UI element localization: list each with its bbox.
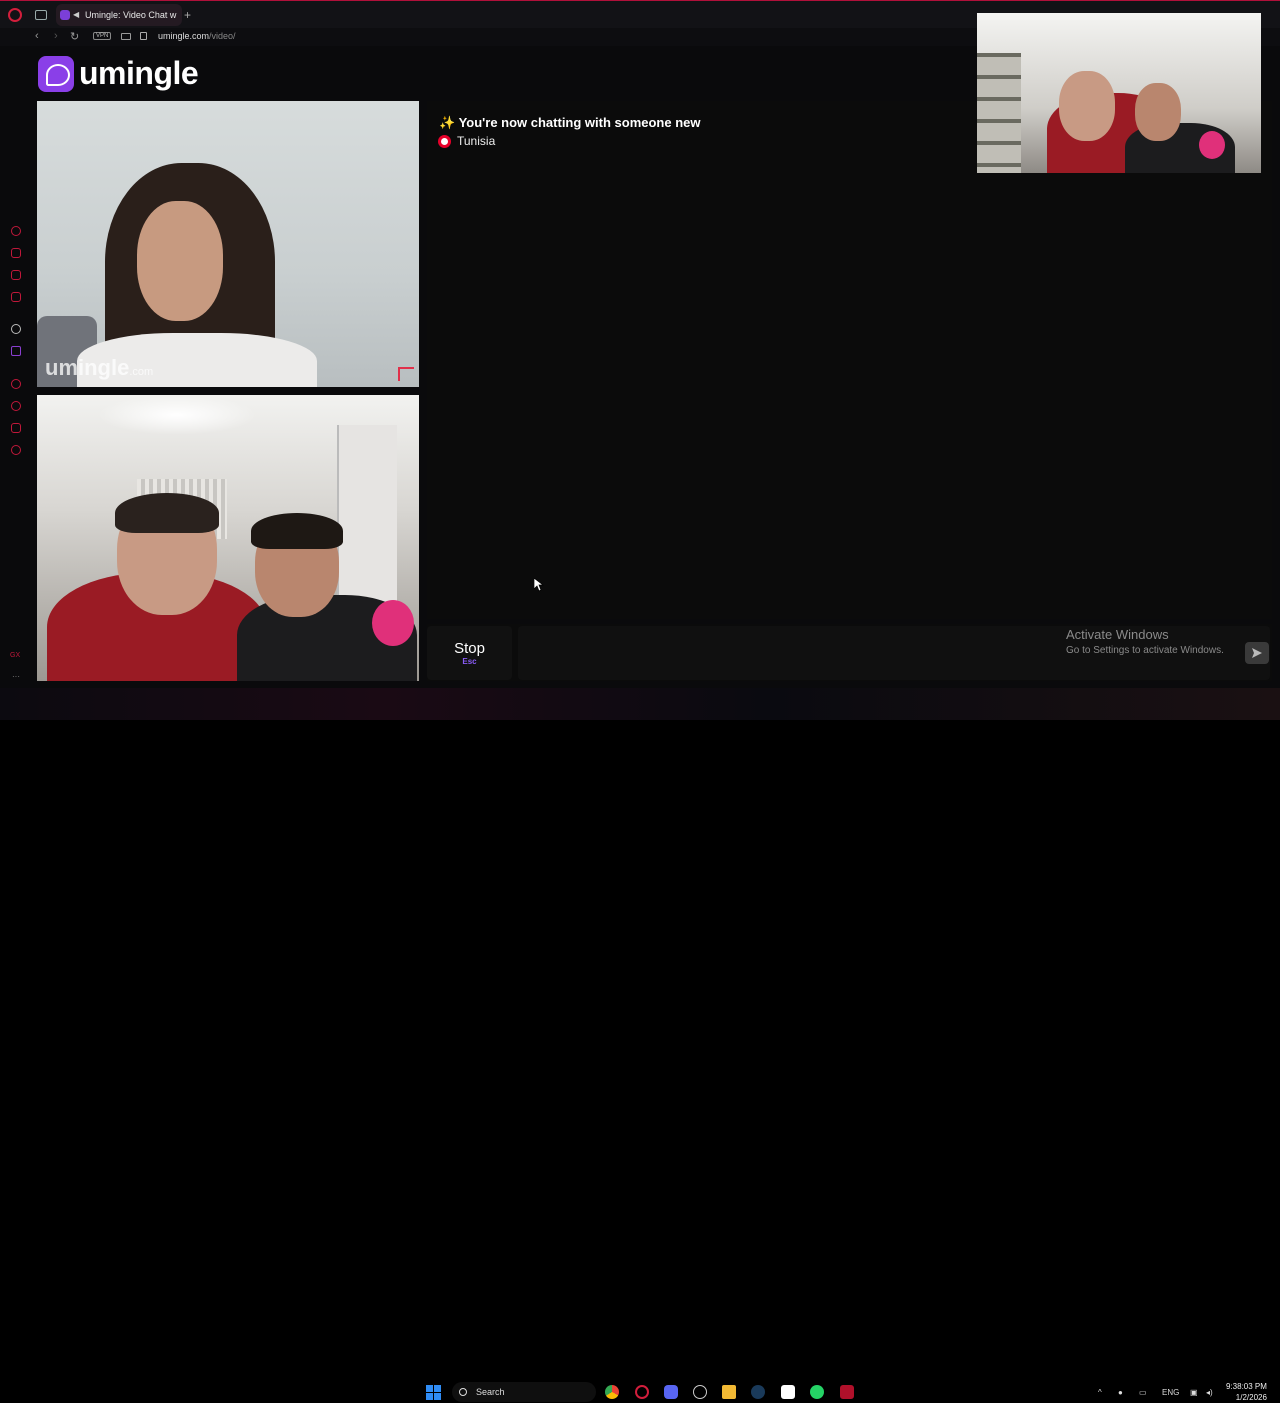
- discord-icon[interactable]: [664, 1385, 678, 1399]
- reload-icon[interactable]: ↻: [70, 30, 79, 43]
- opera-menu-icon[interactable]: [8, 8, 22, 22]
- chat-bubble-icon: [38, 55, 74, 92]
- taskbar-clock[interactable]: 9:38:03 PM 1/2/2026: [1226, 1381, 1267, 1403]
- lock-icon[interactable]: [140, 32, 147, 40]
- windows-taskbar: Search ^ ● ▭ ENG ▣ ◂) 9:38:03 PM 1/2/202…: [0, 688, 1280, 1402]
- sidebar-settings-icon[interactable]: [11, 445, 21, 455]
- watermark-tld: .com: [129, 366, 154, 378]
- selfview-person1-face: [1059, 71, 1115, 141]
- stop-label: Stop: [454, 640, 485, 657]
- selfview-overlay[interactable]: [977, 13, 1261, 173]
- sidebar-music-icon[interactable]: [11, 292, 21, 302]
- back-icon[interactable]: ‹: [35, 30, 39, 42]
- selfview-person2-face: [1135, 83, 1181, 141]
- watermark-text: umingle: [45, 355, 130, 380]
- sidebar-bag-icon[interactable]: [11, 248, 21, 258]
- microphone-icon[interactable]: ●: [1118, 1388, 1123, 1397]
- epic-games-icon[interactable]: [781, 1385, 795, 1399]
- new-tab-button[interactable]: +: [184, 8, 191, 22]
- clock-time: 9:38:03 PM: [1226, 1382, 1267, 1391]
- tab-umingle[interactable]: ◀ Umingle: Video Chat w: [56, 4, 182, 26]
- person1-hair: [115, 493, 219, 533]
- steam-icon[interactable]: [751, 1385, 765, 1399]
- folder-icon[interactable]: [722, 1385, 736, 1399]
- selfview-shelf: [977, 53, 1021, 173]
- more-icon[interactable]: ···: [12, 672, 20, 681]
- sidebar-messenger-icon[interactable]: [11, 270, 21, 280]
- chat-log: [427, 101, 1272, 619]
- language-indicator[interactable]: ENG: [1162, 1388, 1179, 1397]
- send-icon: [1252, 648, 1262, 658]
- activate-title: Activate Windows: [1066, 627, 1169, 642]
- network-icon[interactable]: ▣: [1190, 1388, 1198, 1397]
- workspaces-icon[interactable]: [35, 10, 47, 20]
- taskbar-search[interactable]: Search: [452, 1382, 596, 1402]
- tunisia-flag-icon: [438, 134, 451, 148]
- speaker-icon[interactable]: ◀: [73, 11, 81, 19]
- taskbar-search-label: Search: [476, 1387, 505, 1397]
- selfview-rose: [1199, 131, 1225, 159]
- video-watermark: umingle.com: [45, 355, 153, 381]
- volume-icon[interactable]: ◂): [1206, 1388, 1213, 1397]
- start-icon[interactable]: [426, 1385, 441, 1400]
- sidebar-player-icon[interactable]: [11, 379, 21, 389]
- sidebar-history-icon[interactable]: [11, 226, 21, 236]
- keyboard-icon[interactable]: ▭: [1139, 1388, 1147, 1397]
- logo-text: umingle: [79, 55, 199, 91]
- tray-chevron-icon[interactable]: ^: [1098, 1388, 1102, 1397]
- url-field[interactable]: umingle.com/video/: [158, 31, 236, 41]
- stranger-face: [137, 201, 223, 321]
- sidebar-extensions-icon[interactable]: [11, 423, 21, 433]
- sidebar-clock-icon[interactable]: [11, 401, 21, 411]
- person2-hair: [251, 513, 343, 549]
- umingle-favicon-icon: [60, 10, 70, 20]
- url-path: /video/: [209, 31, 236, 41]
- clock-date: 1/2/2026: [1235, 1393, 1267, 1402]
- browser-sidebar: [0, 48, 30, 688]
- rose: [372, 600, 414, 646]
- camera-icon[interactable]: [121, 33, 131, 40]
- chat-status-text: You're now chatting with someone new: [458, 115, 701, 130]
- activate-windows-watermark: Activate Windows Go to Settings to activ…: [1066, 627, 1224, 656]
- chat-status-message: ✨ You're now chatting with someone new: [439, 115, 701, 131]
- app-icon[interactable]: [840, 1385, 854, 1399]
- stranger-video: umingle.com: [37, 101, 419, 387]
- sidebar-chatgpt-icon[interactable]: [11, 324, 21, 334]
- ceiling-light: [97, 395, 257, 435]
- vpn-badge[interactable]: VPN: [93, 32, 112, 40]
- stop-button[interactable]: Stop Esc: [427, 626, 512, 680]
- search-icon: [459, 1388, 467, 1396]
- local-video: [37, 395, 419, 681]
- whatsapp-icon[interactable]: [810, 1385, 824, 1399]
- forward-icon[interactable]: ›: [54, 30, 58, 42]
- opera-icon[interactable]: [635, 1385, 649, 1399]
- stop-shortcut: Esc: [462, 657, 477, 666]
- chat-country: Tunisia: [438, 134, 495, 148]
- gx-label: GX: [10, 652, 21, 659]
- browser-window: ◀ Umingle: Video Chat w + ‹ › ↻ VPN umin…: [0, 0, 1280, 688]
- sparkle-icon: ✨: [439, 115, 456, 130]
- report-flag-icon[interactable]: [398, 367, 414, 381]
- country-name: Tunisia: [457, 134, 496, 148]
- activate-subtitle: Go to Settings to activate Windows.: [1066, 645, 1224, 656]
- tab-title: Umingle: Video Chat w: [85, 10, 177, 20]
- send-button[interactable]: [1245, 642, 1269, 664]
- chatgpt-icon[interactable]: [693, 1385, 707, 1399]
- sidebar-twitch-icon[interactable]: [11, 346, 21, 356]
- chrome-icon[interactable]: [605, 1385, 619, 1399]
- site-logo[interactable]: umingle: [38, 55, 199, 92]
- url-host: umingle.com: [158, 31, 210, 41]
